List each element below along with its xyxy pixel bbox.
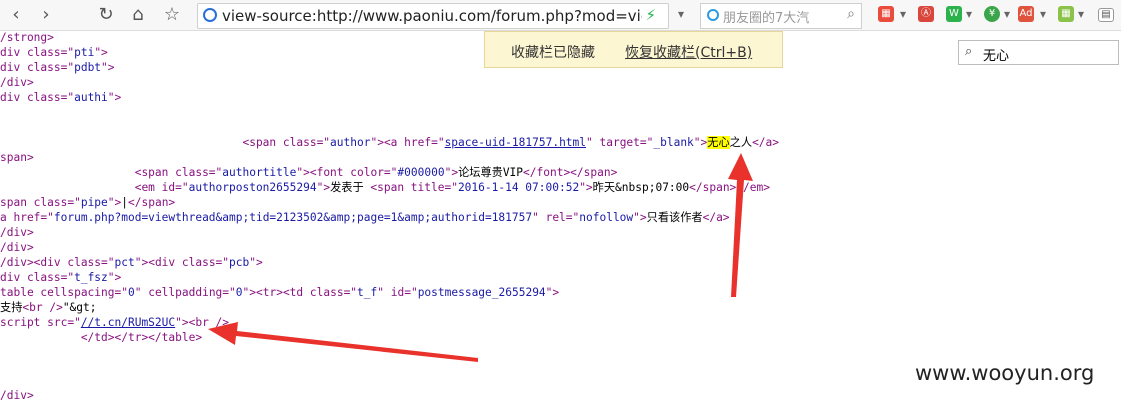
address-bar[interactable]: view-source:http://www.paoniu.com/forum.…	[197, 3, 669, 29]
source-line: div class="t_fsz">	[0, 271, 122, 284]
bookmark-star-button[interactable]: ☆	[160, 3, 184, 27]
source-line: /div>	[0, 76, 34, 89]
source-line: <span class="authortitle"><font color="#…	[0, 166, 618, 179]
watermark: www.wooyun.org	[915, 361, 1095, 385]
grid-extension-icon[interactable]: ▦	[1058, 6, 1074, 22]
source-line: table cellspacing="0" cellpadding="0"><t…	[0, 286, 560, 299]
source-line: </td></tr></table>	[0, 331, 203, 344]
apps-icon[interactable]: ▦	[878, 6, 894, 22]
source-line-author: <span class="author"><a href="space-uid-…	[0, 136, 780, 149]
source-line: /div><div class="pct"><div class="pcb">	[0, 256, 263, 269]
adblock-dropdown-icon[interactable]: ▾	[1040, 7, 1046, 21]
source-line: div class="pdbt">	[0, 61, 115, 74]
wechat-dropdown-icon[interactable]: ▾	[966, 7, 972, 21]
find-in-page-box[interactable]: ⌕ 无心	[958, 40, 1119, 65]
source-line: <em id="authorposton2655294">发表于 <span t…	[0, 181, 770, 194]
view-source-content: /strong> div class="pti"> div class="pdb…	[0, 30, 1121, 402]
author-profile-link[interactable]: space-uid-181757.html	[445, 136, 586, 149]
forward-button[interactable]: ›	[34, 3, 58, 27]
home-button[interactable]: ⌂	[126, 3, 150, 27]
search-placeholder: 朋友圈的7大汽	[723, 11, 810, 26]
search-icon: ⌕	[965, 44, 973, 59]
browser-toolbar: ‹ › ↻ ⌂ ☆ view-source:http://www.paoniu.…	[0, 0, 1121, 31]
find-highlight: 无心	[707, 136, 730, 149]
site-globe-icon	[203, 8, 217, 22]
source-line: /div>	[0, 241, 34, 254]
source-line: /div>	[0, 389, 34, 402]
source-line: /div>	[0, 226, 34, 239]
speed-mode-icon[interactable]: ⚡	[645, 6, 656, 24]
source-line-injected-script: script src="//t.cn/RUmS2UC"><br />	[0, 316, 230, 329]
bookmark-bar-notice: 收藏栏已隐藏 恢复收藏栏(Ctrl+B)	[484, 31, 783, 68]
home-icon: ⌂	[132, 4, 144, 25]
search-engine-icon	[707, 9, 719, 21]
source-line: /strong>	[0, 31, 54, 44]
shopping-dropdown-icon[interactable]: ▾	[1004, 7, 1010, 21]
bookmark-bar-hidden-text: 收藏栏已隐藏	[511, 45, 595, 61]
extension-red-icon[interactable]: Ⓐ	[918, 6, 934, 22]
menu-icon[interactable]: ▤	[1098, 8, 1114, 22]
grid-dropdown-icon[interactable]: ▾	[1078, 7, 1084, 21]
source-line: a href="forum.php?mod=viewthread&amp;tid…	[0, 211, 730, 224]
search-icon[interactable]: ⌕	[847, 6, 855, 22]
back-arrow-icon: ‹	[12, 4, 20, 25]
adblock-icon[interactable]: Ad	[1018, 6, 1034, 22]
source-line: span class="pipe">|</span>	[0, 196, 176, 209]
reload-button[interactable]: ↻	[94, 3, 118, 27]
injected-script-link[interactable]: //t.cn/RUmS2UC	[81, 316, 175, 329]
back-button[interactable]: ‹	[4, 3, 28, 27]
source-line: div class="authi">	[0, 91, 122, 104]
source-line: span>	[0, 151, 34, 164]
address-url: view-source:http://www.paoniu.com/forum.…	[222, 7, 642, 25]
address-dropdown-icon[interactable]: ▾	[678, 7, 684, 21]
reload-icon: ↻	[98, 4, 114, 25]
search-box[interactable]: 朋友圈的7大汽 ⌕	[700, 3, 862, 29]
find-input-value: 无心	[983, 49, 1010, 64]
source-line: 支持<br />"&gt;	[0, 301, 97, 314]
apps-dropdown-icon[interactable]: ▾	[900, 7, 906, 21]
wechat-icon[interactable]: W	[946, 6, 962, 22]
shopping-icon[interactable]: ¥	[984, 6, 1000, 22]
restore-bookmark-bar-link[interactable]: 恢复收藏栏(Ctrl+B)	[625, 42, 752, 62]
forward-arrow-icon: ›	[42, 4, 50, 25]
source-line: div class="pti">	[0, 46, 108, 59]
star-icon: ☆	[163, 4, 181, 25]
